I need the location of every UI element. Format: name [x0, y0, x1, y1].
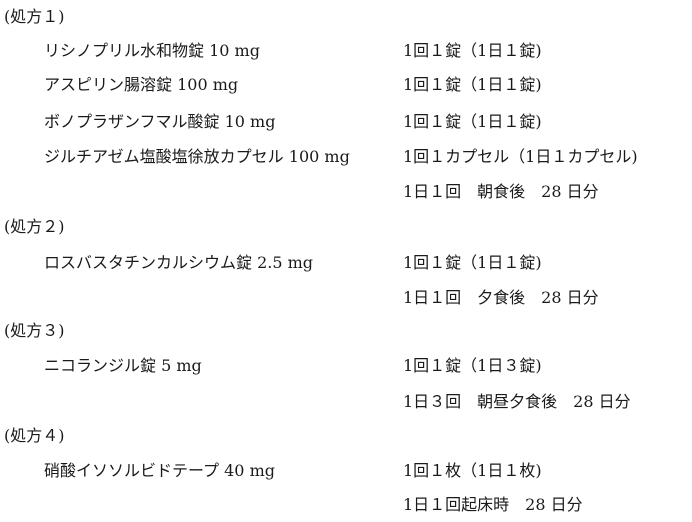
schedule: 1日１回起床時 28 日分 [403, 495, 583, 514]
dosage: 1回１錠（1日１錠) [403, 112, 542, 131]
dosage: 1回１錠（1日３錠) [403, 356, 542, 375]
dosage: 1回１錠（1日１錠) [403, 75, 542, 94]
schedule: 1日１回 朝食後 28 日分 [403, 182, 599, 201]
drug-name: アスピリン腸溶錠 100 mg [44, 75, 239, 94]
prescription-2-heading: (処方２) [4, 217, 65, 236]
drug-name: ボノプラザンフマル酸錠 10 mg [44, 112, 276, 131]
drug-name: 硝酸イソソルビドテープ 40 mg [44, 461, 275, 480]
dosage: 1回１カプセル（1日１カプセル) [403, 147, 638, 166]
drug-name: ニコランジル錠 5 mg [44, 356, 202, 375]
schedule: 1日３回 朝昼夕食後 28 日分 [403, 392, 631, 411]
dosage: 1回１錠（1日１錠) [403, 253, 542, 272]
prescription-3-heading: (処方３) [4, 321, 65, 340]
prescription-1-heading: (処方１) [4, 7, 65, 26]
drug-name: リシノプリル水和物錠 10 mg [44, 41, 260, 60]
dosage: 1回１枚（1日１枚) [403, 461, 542, 480]
drug-name: ジルチアゼム塩酸塩徐放カプセル 100 mg [44, 147, 350, 166]
drug-name: ロスバスタチンカルシウム錠 2.5 mg [44, 253, 314, 272]
prescription-document: (処方１) リシノプリル水和物錠 10 mg 1回１錠（1日１錠) アスピリン腸… [0, 0, 692, 522]
dosage: 1回１錠（1日１錠) [403, 41, 542, 60]
schedule: 1日１回 夕食後 28 日分 [403, 288, 599, 307]
prescription-4-heading: (処方４) [4, 426, 65, 445]
